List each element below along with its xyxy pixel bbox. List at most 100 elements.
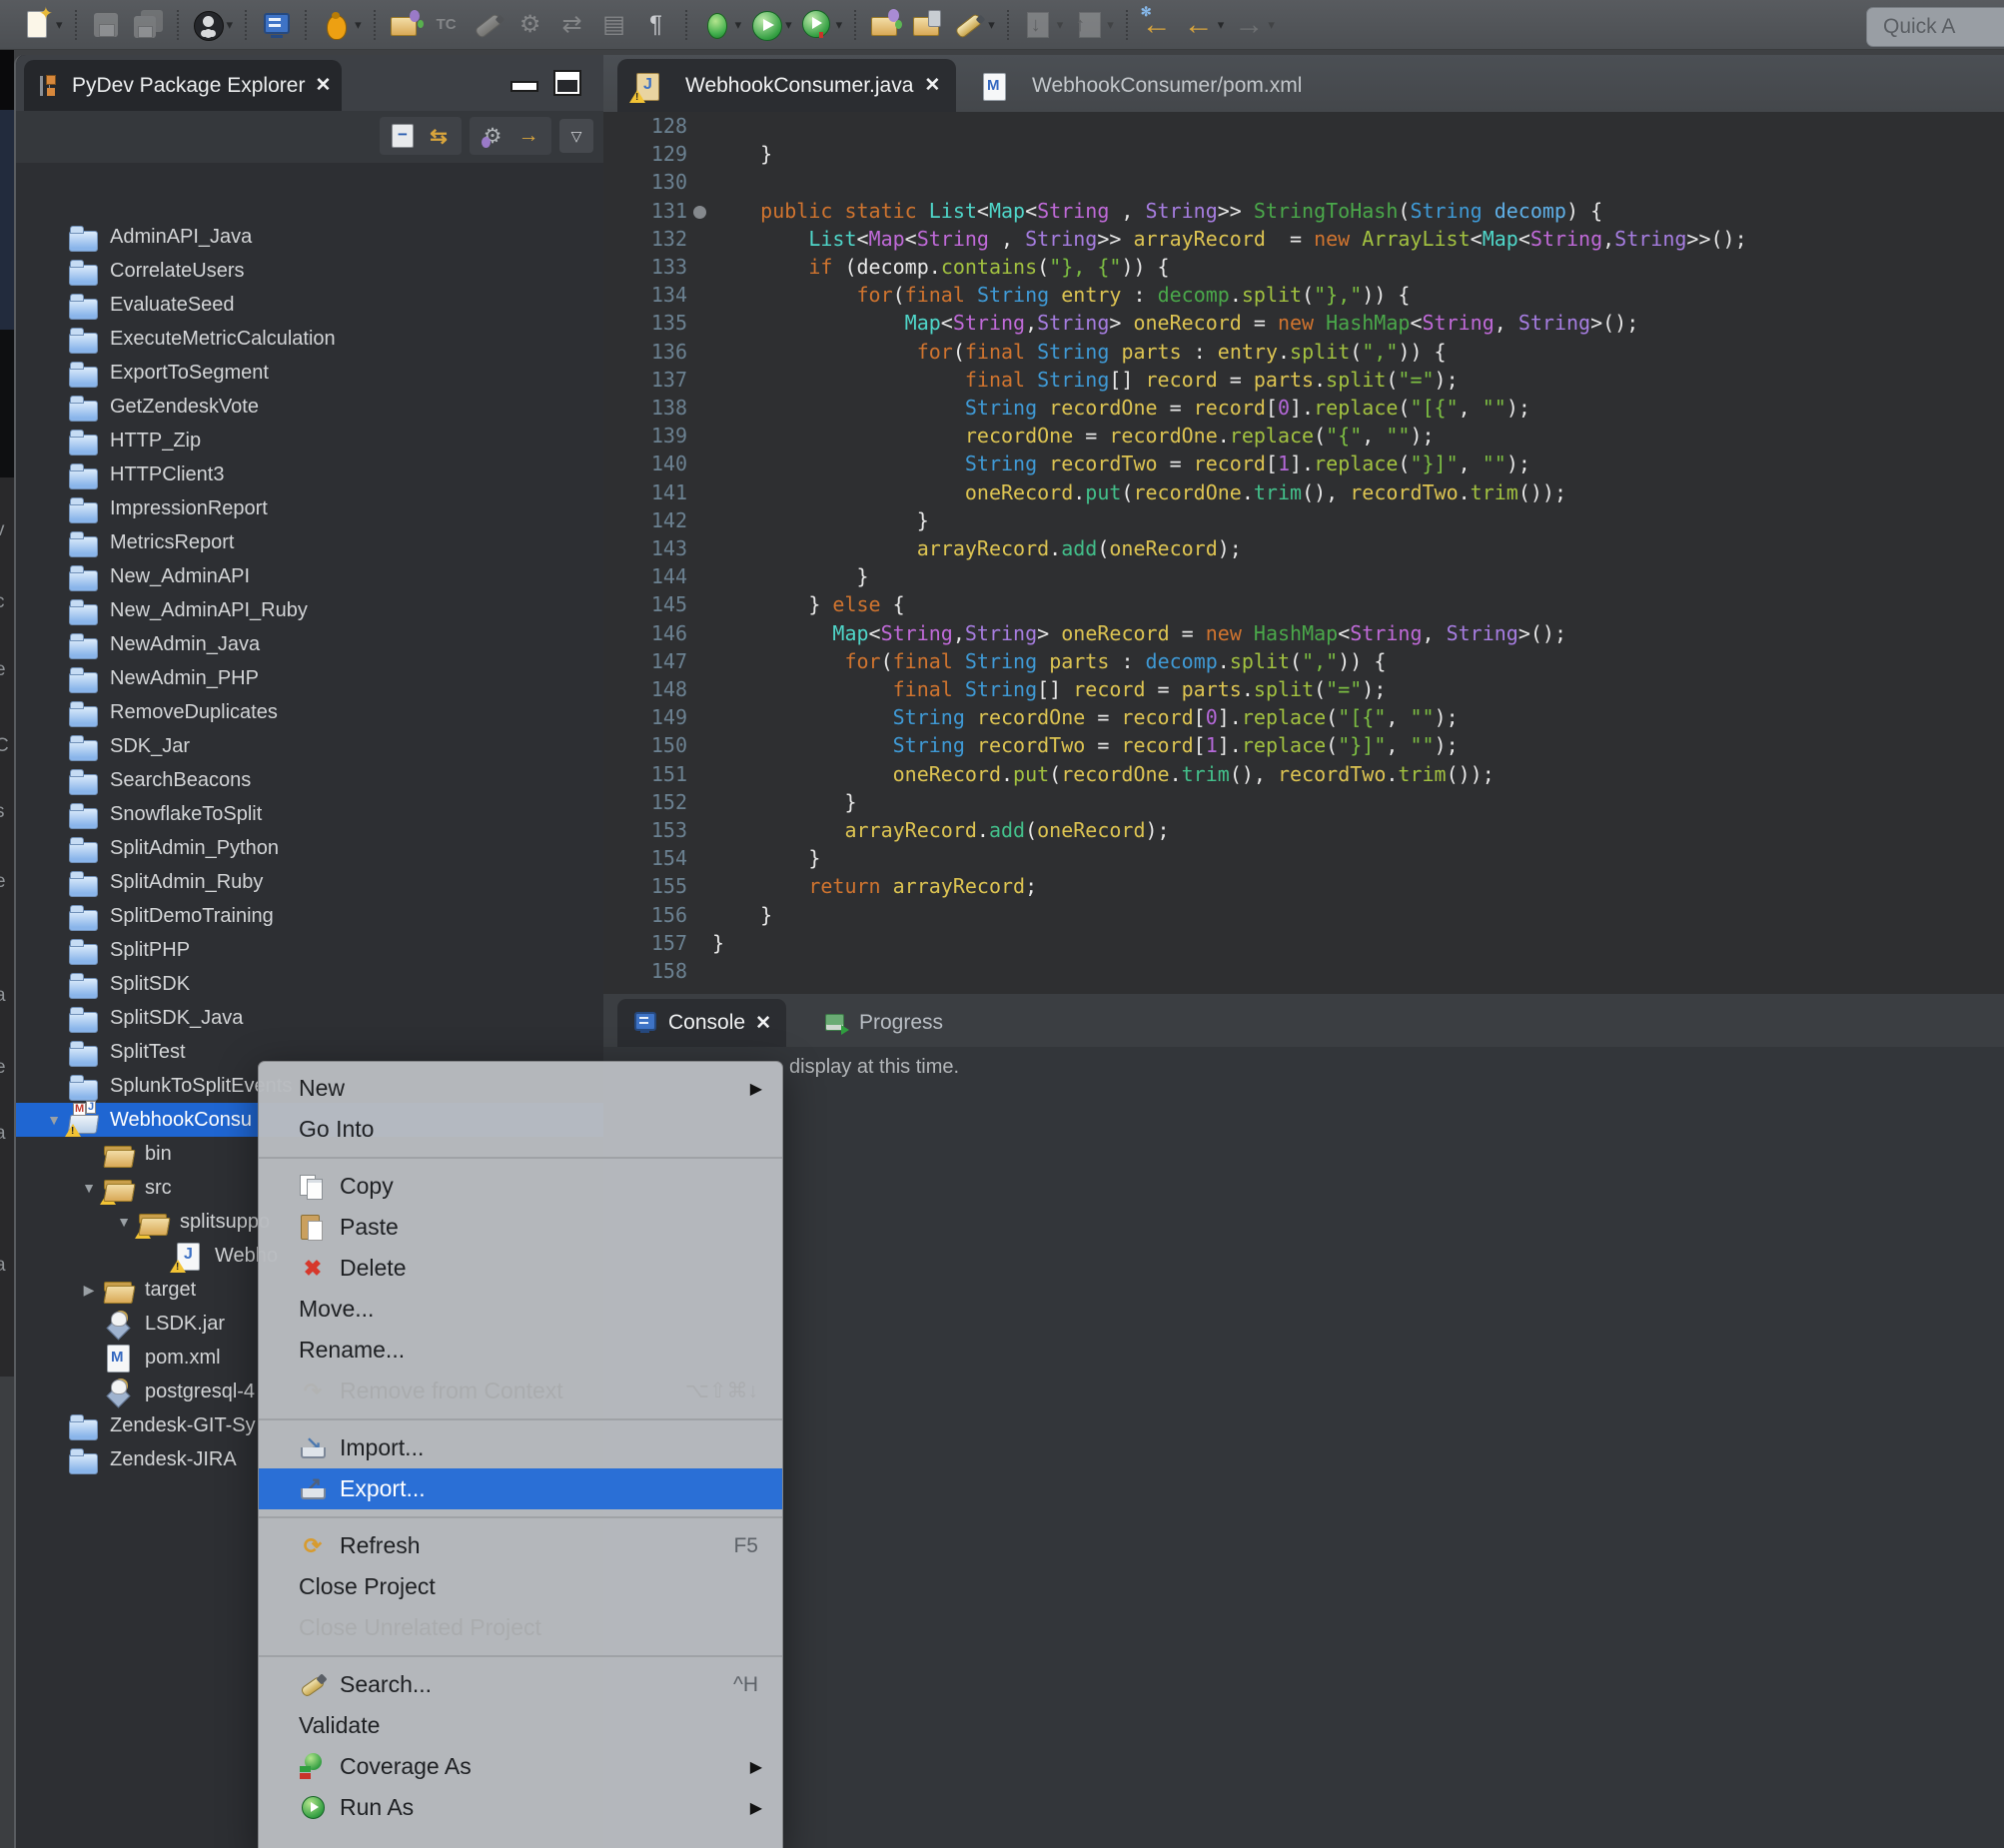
tree-item-adminapi-java[interactable]: AdminAPI_Java <box>16 220 603 254</box>
folder-icon <box>69 1004 99 1032</box>
import-icon <box>299 1434 327 1461</box>
toolbar-coverage-folder-button[interactable] <box>866 4 904 46</box>
toolbar-new-wizard-button[interactable]: ▾ <box>18 4 65 46</box>
collapse-all-icon[interactable] <box>388 120 418 152</box>
tree-item-splitadmin-python[interactable]: SplitAdmin_Python <box>16 831 603 865</box>
code-line: 131 public static List<Map<String , Stri… <box>603 199 2004 228</box>
tree-item-evaluateseed[interactable]: EvaluateSeed <box>16 288 603 322</box>
m-file-icon <box>104 1344 134 1372</box>
toolbar-back-history-button[interactable]: ← <box>1138 4 1176 46</box>
toolbar-run-button[interactable]: ▾ <box>747 4 794 46</box>
tree-item-splitsdk-java[interactable]: SplitSDK_Java <box>16 1001 603 1035</box>
line-number: 145 <box>603 592 687 616</box>
menu-item-refresh[interactable]: ⟳RefreshF5 <box>259 1525 782 1566</box>
chevron-expanded-icon[interactable]: ▼ <box>43 1112 65 1128</box>
menu-item-paste[interactable]: Paste <box>259 1207 782 1248</box>
tab-webhookconsumer-java[interactable]: WebhookConsumer.java ✕ <box>617 59 956 112</box>
chevron-down-icon: ▾ <box>1057 17 1064 33</box>
chevron-collapsed-icon[interactable]: ▶ <box>78 1282 100 1299</box>
chevron-down-icon: ▾ <box>1107 17 1114 33</box>
menu-item-coverage-as[interactable]: Coverage As▶ <box>259 1746 782 1787</box>
menu-item-go-into[interactable]: Go Into <box>259 1109 782 1150</box>
link-with-editor-icon[interactable]: ⇆ <box>424 120 454 152</box>
tree-item-httpclient3[interactable]: HTTPClient3 <box>16 458 603 491</box>
toolbar-show-whitespace-button[interactable]: ¶ <box>637 4 675 46</box>
editor-tabbar: WebhookConsumer.java ✕ WebhookConsumer/p… <box>603 55 2004 112</box>
tree-item-new-adminapi-ruby[interactable]: New_AdminAPI_Ruby <box>16 593 603 627</box>
tree-item-metricsreport[interactable]: MetricsReport <box>16 525 603 559</box>
code-editor[interactable]: 128129 }130131 public static List<Map<St… <box>603 112 2004 994</box>
folder-open-icon <box>139 1208 169 1236</box>
tree-item-splitadmin-ruby[interactable]: SplitAdmin_Ruby <box>16 865 603 899</box>
filters-icon[interactable]: ⚙ <box>478 120 507 152</box>
tree-item-removeduplicates[interactable]: RemoveDuplicates <box>16 695 603 729</box>
toolbar-coverage-beetle-button[interactable]: ▾ <box>697 4 744 46</box>
chevron-expanded-icon[interactable]: ▼ <box>113 1214 135 1230</box>
view-menu-icon[interactable]: ▽ <box>559 119 593 153</box>
chevron-expanded-icon[interactable]: ▼ <box>78 1180 100 1196</box>
tree-item-newadmin-java[interactable]: NewAdmin_Java <box>16 627 603 661</box>
tree-item-splitphp[interactable]: SplitPHP <box>16 933 603 967</box>
toolbar-user-account-button[interactable]: ▾ <box>189 4 236 46</box>
code-line: 156 } <box>603 903 2004 932</box>
tree-item-label: SplitDemoTraining <box>110 905 274 928</box>
menu-item-close-project[interactable]: Close Project <box>259 1566 782 1607</box>
folder-icon <box>69 902 99 930</box>
copy-icon <box>299 1173 327 1200</box>
close-tab-icon[interactable]: ✕ <box>924 74 940 97</box>
menu-item-copy[interactable]: Copy <box>259 1166 782 1207</box>
close-console-icon[interactable]: ✕ <box>755 1012 771 1035</box>
tree-item-getzendeskvote[interactable]: GetZendeskVote <box>16 390 603 424</box>
minimize-icon[interactable] <box>510 81 538 92</box>
tree-item-new-adminapi[interactable]: New_AdminAPI <box>16 559 603 593</box>
tree-item-exporttosegment[interactable]: ExportToSegment <box>16 356 603 390</box>
tab-console[interactable]: Console ✕ <box>617 999 786 1047</box>
tree-item-impressionreport[interactable]: ImpressionReport <box>16 491 603 525</box>
code-line: 142 } <box>603 508 2004 537</box>
close-explorer-icon[interactable]: ✕ <box>315 74 331 97</box>
tab-pydev-package-explorer[interactable]: PyDev Package Explorer ✕ <box>24 60 342 111</box>
menu-item-delete[interactable]: ✖Delete <box>259 1248 782 1289</box>
tree-item-http-zip[interactable]: HTTP_Zip <box>16 424 603 458</box>
line-number: 148 <box>603 677 687 701</box>
focus-on-active-task-icon[interactable]: → <box>513 120 543 152</box>
toolbar-open-perspective-button[interactable] <box>386 4 424 46</box>
quick-access-button[interactable]: Quick A <box>1866 7 2004 47</box>
menu-item-label: Search... <box>340 1671 432 1698</box>
tab-webhookconsumer-pom-xml[interactable]: WebhookConsumer/pom.xml <box>964 59 1318 112</box>
menu-item-new[interactable]: New▶ <box>259 1068 782 1109</box>
tree-item-searchbeacons[interactable]: SearchBeacons <box>16 763 603 797</box>
code-line: 140 String recordTwo = record[1].replace… <box>603 452 2004 480</box>
tree-item-snowflaketosplit[interactable]: SnowflakeToSplit <box>16 797 603 831</box>
tab-progress[interactable]: Progress <box>808 999 958 1047</box>
background-window-edge <box>0 110 14 330</box>
toolbar-pydev-interactive-console-button[interactable] <box>257 4 295 46</box>
tree-item-executemetriccalculation[interactable]: ExecuteMetricCalculation <box>16 322 603 356</box>
maximize-icon[interactable] <box>553 70 581 96</box>
menu-item-rename[interactable]: Rename... <box>259 1330 782 1371</box>
fold-marker-icon[interactable] <box>693 206 706 219</box>
tree-item-sdk-jar[interactable]: SDK_Jar <box>16 729 603 763</box>
toolbar-paste-folder-button[interactable] <box>908 4 946 46</box>
menu-item-export[interactable]: Export... <box>259 1468 782 1509</box>
menu-item-run-as[interactable]: Run As▶ <box>259 1787 782 1828</box>
tree-item-newadmin-php[interactable]: NewAdmin_PHP <box>16 661 603 695</box>
menu-item-label: Paste <box>340 1214 399 1241</box>
tree-item-correlateusers[interactable]: CorrelateUsers <box>16 254 603 288</box>
run-icon <box>299 1794 327 1821</box>
background-window-text-fragment: a <box>0 1123 6 1145</box>
forward-icon: → <box>1232 8 1266 42</box>
menu-item-move[interactable]: Move... <box>259 1289 782 1330</box>
menu-item-search[interactable]: Search...^H <box>259 1664 782 1705</box>
menu-item-import[interactable]: Import... <box>259 1427 782 1468</box>
toolbar-profile-button[interactable]: ▾ <box>798 4 845 46</box>
toolbar-back-button[interactable]: ←▾ <box>1180 4 1227 46</box>
toolbar-marker-pen-button[interactable]: ▾ <box>950 4 997 46</box>
tree-item-splitsdk[interactable]: SplitSDK <box>16 967 603 1001</box>
user-account-icon <box>191 8 225 42</box>
menu-item-validate[interactable]: Validate <box>259 1705 782 1746</box>
toolbar-debug-bug-button[interactable]: ▾ <box>317 4 364 46</box>
submenu-arrow-icon: ▶ <box>750 1798 762 1818</box>
tree-item-splitdemotraining[interactable]: SplitDemoTraining <box>16 899 603 933</box>
export-icon <box>299 1475 327 1502</box>
